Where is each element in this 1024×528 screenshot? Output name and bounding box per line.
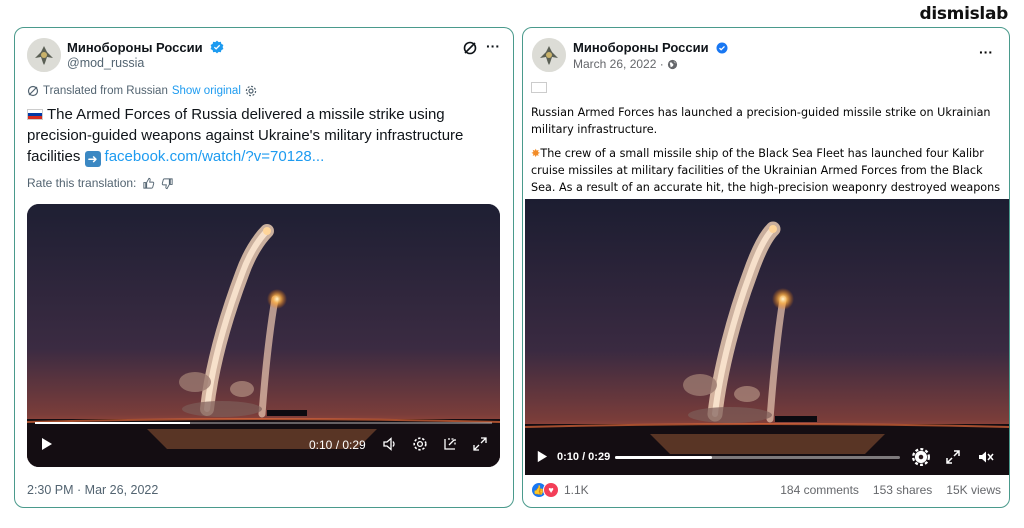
settings-icon[interactable] (912, 448, 930, 469)
missile-launch-video-frame (525, 199, 1009, 475)
play-icon[interactable] (39, 437, 53, 454)
russia-flag-icon (531, 82, 547, 93)
rate-translation-label: Rate this translation: (27, 176, 137, 190)
translated-from-label: Translated from Russian (43, 85, 168, 97)
engagement-bar: 👍 ♥ 1.1K 184 comments 153 shares 15K vie… (531, 482, 1001, 498)
grok-icon[interactable] (460, 38, 480, 58)
love-reaction-icon: ♥ (543, 482, 559, 498)
avatar[interactable] (27, 38, 61, 72)
video-player[interactable]: 0:10 / 0:29 (525, 199, 1009, 475)
translation-notice: Translated from Russian Show original (27, 85, 257, 97)
video-controls: 0:10 / 0:29 (27, 419, 500, 467)
views-count: 15K views (946, 483, 1001, 497)
thumbs-down-icon[interactable] (161, 177, 174, 190)
pip-icon[interactable] (442, 436, 458, 455)
translate-icon (27, 85, 39, 97)
video-progress-bar[interactable] (615, 456, 900, 459)
rate-translation: Rate this translation: (27, 176, 174, 190)
facebook-post-card: Минобороны России March 26, 2022 · ··· R… (522, 27, 1010, 508)
settings-gear-icon[interactable] (245, 85, 257, 97)
post-paragraph-1: Russian Armed Forces has launched a prec… (531, 106, 991, 136)
volume-icon[interactable] (382, 436, 398, 455)
reactions-count: 1.1K (564, 483, 589, 497)
video-time: 0:10 / 0:29 (309, 438, 366, 452)
page-name[interactable]: Минобороны России (573, 40, 728, 55)
more-options-icon[interactable]: ··· (976, 42, 996, 62)
russia-flag-icon (27, 109, 43, 120)
more-options-icon[interactable]: ··· (483, 36, 503, 56)
video-progress-fill (615, 456, 712, 459)
video-progress-fill (35, 422, 191, 424)
facebook-link[interactable]: facebook.com/watch/?v=70128... (105, 148, 325, 165)
thumbs-up-icon[interactable] (142, 177, 155, 190)
explosion-emoji-icon: ✸ (531, 147, 541, 160)
show-original-link[interactable]: Show original (172, 85, 241, 97)
settings-icon[interactable] (412, 436, 428, 455)
tweet-timestamp[interactable]: 2:30 PM · Mar 26, 2022 (27, 483, 158, 497)
video-player[interactable]: 0:10 / 0:29 (27, 204, 500, 467)
verified-badge-icon (210, 40, 224, 54)
display-name[interactable]: Минобороны России (67, 40, 224, 55)
tweet-text: The Armed Forces of Russia delivered a m… (27, 106, 464, 167)
expand-icon[interactable] (945, 449, 961, 468)
twitter-post-card: Минобороны России @mod_russia ··· Transl… (14, 27, 514, 508)
globe-icon (667, 59, 677, 69)
reactions-summary[interactable]: 👍 ♥ 1.1K (531, 482, 589, 498)
shares-count[interactable]: 153 shares (873, 483, 932, 497)
video-time: 0:10 / 0:29 (557, 451, 611, 463)
video-progress-bar[interactable] (35, 422, 492, 424)
play-icon[interactable] (535, 450, 548, 466)
comments-count[interactable]: 184 comments (780, 483, 859, 497)
handle[interactable]: @mod_russia (67, 56, 144, 70)
mute-icon[interactable] (977, 449, 995, 468)
right-arrow-icon: ➜ (84, 151, 101, 167)
dismislab-logo: dismislab (919, 4, 1008, 24)
fullscreen-icon[interactable] (472, 436, 488, 455)
verified-badge-icon (716, 42, 728, 54)
post-date[interactable]: March 26, 2022 · (573, 57, 678, 71)
video-controls: 0:10 / 0:29 (525, 439, 1009, 475)
avatar[interactable] (532, 38, 566, 72)
